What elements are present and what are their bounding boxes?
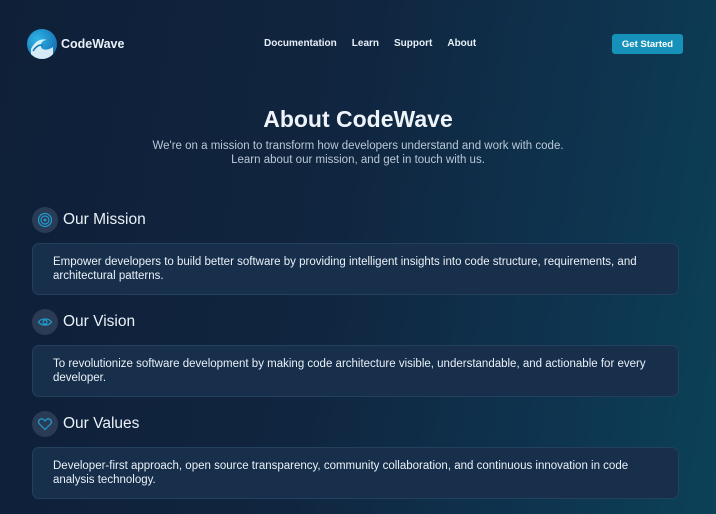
values-heading: Our Values [32,411,139,437]
section-title: Our Values [63,415,140,432]
nav-learn[interactable]: Learn [352,38,379,49]
nav-documentation[interactable]: Documentation [264,38,337,49]
nav-about[interactable]: About [447,38,476,49]
nav-support[interactable]: Support [394,38,432,49]
main-nav: Documentation Learn Support About [264,38,491,49]
subtitle-line-2: Learn about our mission, and get in touc… [231,154,485,166]
site-header: CodeWave Documentation Learn Support Abo… [0,0,716,88]
subtitle-line-1: We're on a mission to transform how deve… [152,140,564,152]
target-icon [32,207,58,233]
page-subtitle: We're on a mission to transform how deve… [0,139,716,167]
vision-heading: Our Vision [32,309,135,335]
brand-logo[interactable]: CodeWave [27,29,124,59]
mission-heading: Our Mission [32,207,146,233]
get-started-button[interactable]: Get Started [612,34,683,54]
brand-name: CodeWave [61,37,125,51]
mission-card: Empower developers to build better softw… [32,243,679,295]
page-title: About CodeWave [263,106,453,132]
values-card: Developer-first approach, open source tr… [32,447,679,499]
heart-icon [32,411,58,437]
eye-icon [32,309,58,335]
vision-card: To revolutionize software development by… [32,345,679,397]
section-title: Our Vision [63,313,136,330]
wave-logo-icon [27,29,57,59]
section-title: Our Mission [63,211,146,228]
